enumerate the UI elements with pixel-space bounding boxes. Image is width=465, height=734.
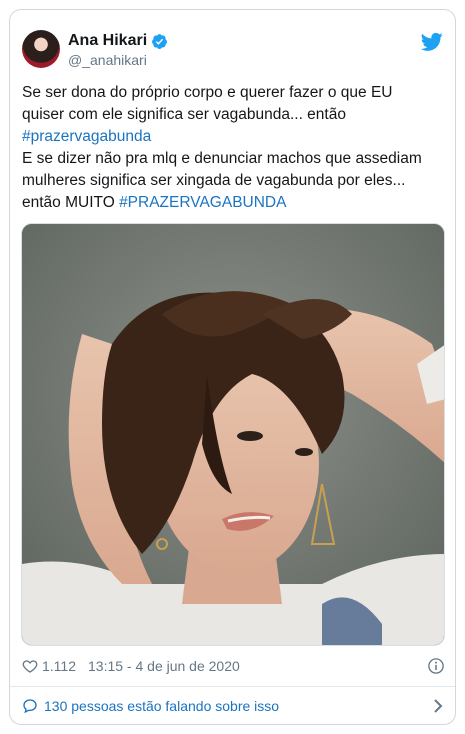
- info-icon[interactable]: [427, 657, 445, 675]
- tweet-text-line: mulheres significa ser xingada de vagabu…: [22, 172, 406, 189]
- conversation-link[interactable]: 130 pessoas estão falando sobre isso: [22, 694, 447, 718]
- speech-bubble-icon: [23, 699, 37, 714]
- chevron-right-icon[interactable]: [431, 698, 445, 714]
- tweet-photo[interactable]: [21, 223, 445, 646]
- author-name-row[interactable]: Ana Hikari: [68, 32, 168, 50]
- avatar[interactable]: [22, 30, 60, 68]
- verified-badge-icon: [152, 33, 168, 49]
- tweet-card: Ana Hikari @_anahikari Se ser dona do pr…: [9, 9, 456, 725]
- heart-icon[interactable]: [22, 658, 38, 674]
- tweet-text: Se ser dona do próprio corpo e querer fa…: [22, 82, 447, 214]
- divider: [10, 686, 455, 687]
- twitter-bird-icon[interactable]: [421, 32, 443, 52]
- like-count[interactable]: 1.112: [42, 658, 76, 674]
- tweet-text-line: quiser com ele significa ser vagabunda..…: [22, 106, 346, 123]
- tweet-text-line: E se dizer não pra mlq e denunciar macho…: [22, 150, 422, 167]
- tweet-text-line: então MUITO #PRAZERVAGABUNDA: [22, 192, 447, 214]
- author-display-name[interactable]: Ana Hikari: [68, 32, 147, 50]
- photo-illustration: [22, 224, 444, 645]
- tweet-header: Ana Hikari @_anahikari: [10, 10, 455, 80]
- tweet-meta-row: 1.112 13:15 - 4 de jun de 2020: [22, 655, 447, 677]
- author-handle[interactable]: @_anahikari: [68, 52, 147, 68]
- tweet-timestamp[interactable]: 13:15 - 4 de jun de 2020: [88, 658, 240, 674]
- tweet-text-prefix: então MUITO: [22, 194, 120, 211]
- hashtag-link[interactable]: #PRAZERVAGABUNDA: [119, 194, 286, 211]
- hashtag-link[interactable]: #prazervagabunda: [22, 126, 447, 148]
- conversation-label[interactable]: 130 pessoas estão falando sobre isso: [44, 698, 279, 714]
- tweet-text-line: Se ser dona do próprio corpo e querer fa…: [22, 84, 393, 101]
